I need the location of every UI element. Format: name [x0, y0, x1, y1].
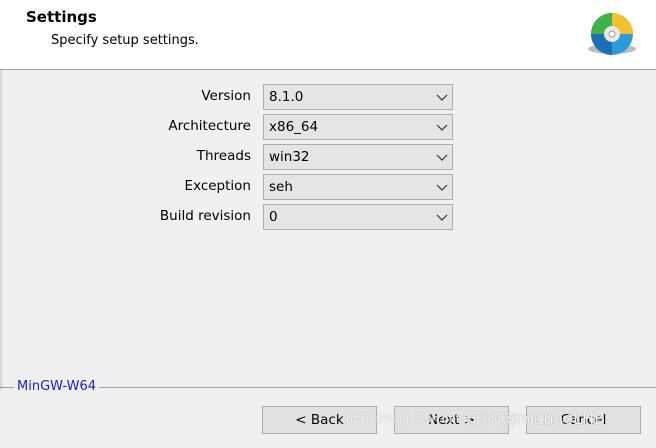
architecture-select[interactable]: x86_64	[263, 114, 453, 140]
watermark-url: https://blog.csdn.net/u_programming_iu	[346, 412, 567, 425]
exception-select[interactable]: seh	[263, 174, 453, 200]
build-revision-row: Build revision 0	[0, 204, 656, 230]
build-revision-label: Build revision	[159, 208, 251, 224]
exception-label: Exception	[184, 178, 251, 194]
exception-value: seh	[269, 179, 293, 195]
page-subtitle: Specify setup settings.	[51, 33, 199, 48]
threads-select[interactable]: win32	[263, 144, 453, 170]
cd-disc-icon	[588, 13, 636, 55]
version-row: Version 8.1.0	[0, 84, 656, 110]
chevron-down-icon	[436, 214, 448, 221]
threads-value: win32	[269, 149, 310, 165]
architecture-value: x86_64	[269, 119, 319, 135]
threads-label: Threads	[196, 148, 251, 164]
build-revision-value: 0	[269, 209, 278, 225]
wizard-header: Settings Specify setup settings.	[0, 0, 656, 70]
version-value: 8.1.0	[269, 89, 304, 105]
architecture-label: Architecture	[168, 118, 251, 134]
chevron-down-icon	[436, 94, 448, 101]
chevron-down-icon	[436, 124, 448, 131]
architecture-row: Architecture x86_64	[0, 114, 656, 140]
page-title: Settings	[26, 8, 97, 26]
build-revision-select[interactable]: 0	[263, 204, 453, 230]
version-select[interactable]: 8.1.0	[263, 84, 453, 110]
chevron-down-icon	[436, 154, 448, 161]
brand-label: MinGW-W64	[14, 379, 100, 394]
exception-row: Exception seh	[0, 174, 656, 200]
threads-row: Threads win32	[0, 144, 656, 170]
chevron-down-icon	[436, 184, 448, 191]
version-label: Version	[201, 88, 251, 104]
